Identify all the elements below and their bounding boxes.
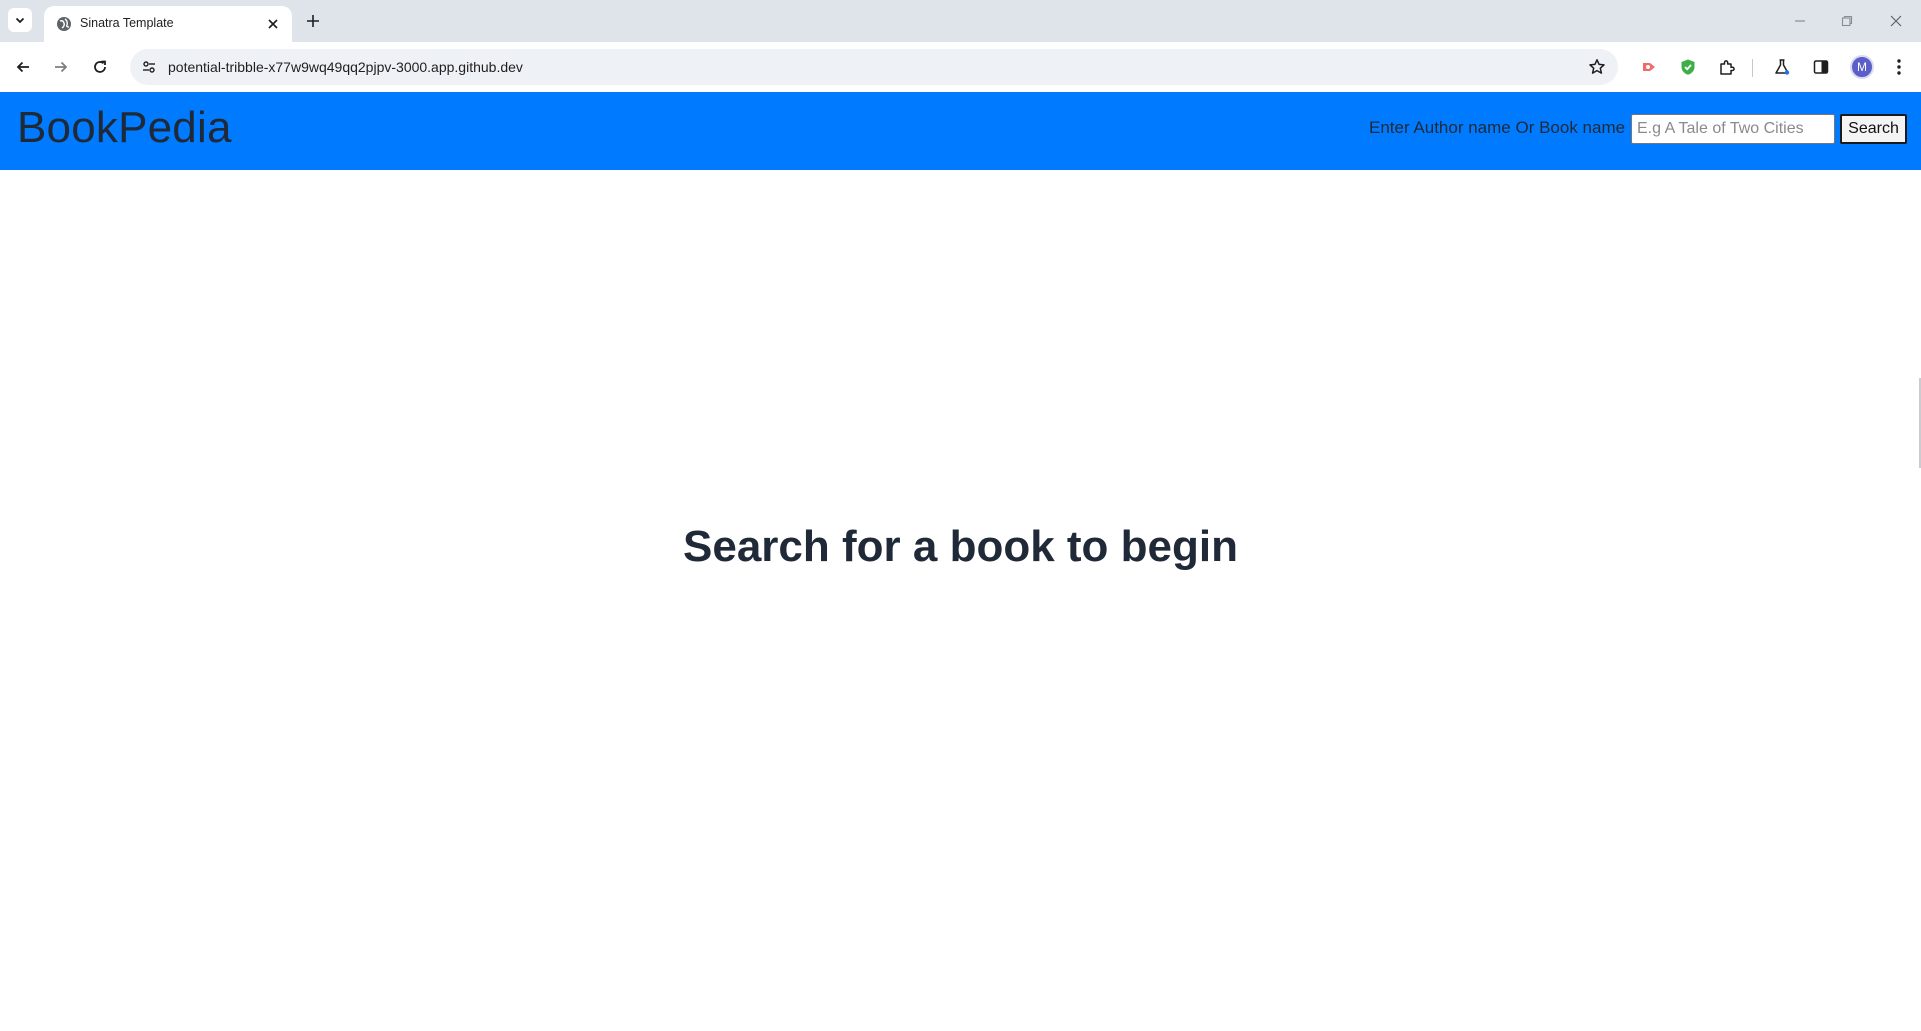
screencast-extension-icon[interactable]	[1636, 54, 1662, 80]
kebab-menu-icon[interactable]	[1886, 54, 1912, 80]
restore-icon[interactable]	[1836, 10, 1858, 32]
empty-state-heading: Search for a book to begin	[683, 522, 1238, 571]
tune-icon[interactable]	[138, 56, 160, 78]
globe-icon	[56, 16, 72, 32]
browser-toolbar: potential-tribble-x77w9wq49qq2pjpv-3000.…	[0, 42, 1921, 92]
reload-icon[interactable]	[87, 54, 113, 80]
star-icon[interactable]	[1586, 56, 1608, 78]
brand-logo[interactable]: BookPedia	[17, 103, 232, 153]
labs-flask-icon[interactable]	[1769, 54, 1795, 80]
close-icon[interactable]	[264, 15, 282, 33]
tab-strip: Sinatra Template	[0, 0, 1921, 42]
profile-avatar[interactable]: M	[1850, 55, 1874, 79]
minimize-icon[interactable]	[1789, 10, 1811, 32]
search-input[interactable]	[1631, 114, 1835, 144]
side-panel-icon[interactable]	[1808, 54, 1834, 80]
browser-tab[interactable]: Sinatra Template	[44, 6, 292, 42]
web-page: BookPedia Enter Author name Or Book name…	[0, 92, 1921, 1031]
puzzle-extensions-icon[interactable]	[1714, 54, 1740, 80]
arrow-left-icon[interactable]	[10, 54, 36, 80]
plus-icon[interactable]	[302, 10, 324, 32]
tab-title: Sinatra Template	[80, 16, 174, 30]
window-close-icon[interactable]	[1885, 10, 1907, 32]
chevron-down-icon[interactable]	[8, 8, 32, 32]
app-navbar: BookPedia Enter Author name Or Book name…	[0, 92, 1921, 170]
browser-window: Sinatra Template potential-tribble-x77w9…	[0, 0, 1921, 1031]
arrow-right-icon[interactable]	[48, 54, 74, 80]
search-button[interactable]: Search	[1840, 114, 1907, 144]
url-text[interactable]: potential-tribble-x77w9wq49qq2pjpv-3000.…	[168, 59, 523, 75]
shield-extension-icon[interactable]	[1675, 54, 1701, 80]
search-label: Enter Author name Or Book name	[1369, 118, 1626, 137]
address-bar[interactable]: potential-tribble-x77w9wq49qq2pjpv-3000.…	[130, 49, 1618, 85]
toolbar-divider	[1752, 59, 1753, 77]
